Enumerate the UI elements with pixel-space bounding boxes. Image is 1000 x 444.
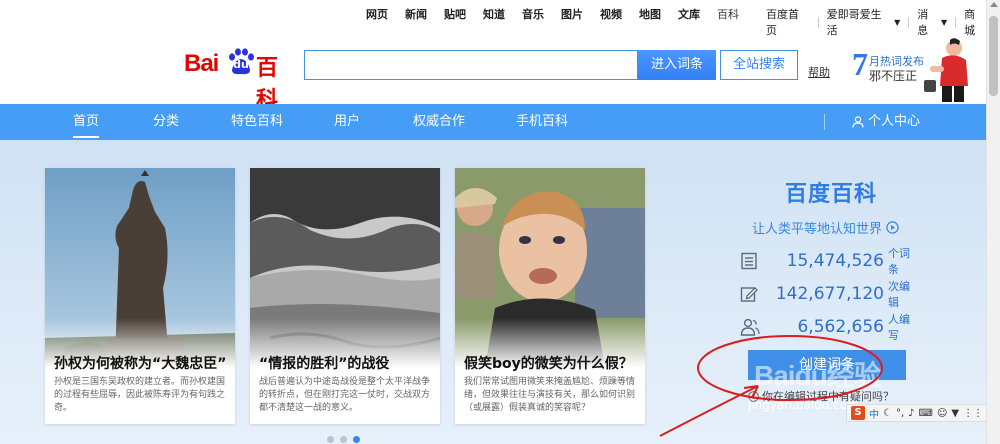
product-link-map[interactable]: 地图 (639, 6, 661, 22)
product-link-baike[interactable]: 百科 (717, 6, 739, 22)
entries-unit: 个词条 (888, 247, 910, 276)
entries-count: 15,474,526 (786, 251, 884, 271)
baidu-jingyan-watermark: Baidu经验 (752, 350, 952, 400)
chinese-mode-icon: 中 (869, 409, 879, 421)
feature-card[interactable]: “情报的胜利”的战役 战后普遍认为中途岛战役是整个太平洋战争的转折点，但在刚打完… (250, 168, 440, 424)
top-utility-bar: 网页 新闻 贴吧 知道 音乐 图片 视频 地图 文库 百科 百度首页 爱即哥爱生… (0, 0, 986, 37)
product-link-news[interactable]: 新闻 (405, 6, 427, 22)
feature-card[interactable]: 孙权为何被称为“大魏忠臣” 孙权是三国东吴政权的建立者。而孙权建国的过程有些屈辱… (45, 168, 235, 424)
user-center-label: 个人中心 (868, 114, 921, 129)
card-title: 孙权为何被称为“大魏忠臣” (54, 356, 227, 372)
punctuation-icon: °, (895, 407, 905, 419)
scrollbar-thumb[interactable] (989, 16, 998, 96)
nav-divider (824, 114, 825, 130)
editors-unit: 人编写 (888, 313, 910, 342)
stat-row-edits: 142,677,120 次编辑 (740, 280, 920, 309)
nav-item-mobile[interactable]: 手机百科 (516, 104, 568, 140)
slider-dot[interactable] (340, 436, 347, 443)
play-circle-icon (886, 221, 899, 234)
input-method-toolbar[interactable]: S 中 ☾ °, ♪ ⌨ ☺ ▼ ⋮⋮ (846, 404, 1000, 422)
product-link-images[interactable]: 图片 (561, 6, 583, 22)
moon-icon: ☾ (883, 407, 892, 419)
help-link[interactable]: 帮助 (808, 64, 830, 80)
shirt-icon: ▼ (951, 407, 960, 419)
nav-item-category[interactable]: 分类 (153, 104, 179, 140)
card-description: 我们常常试图用微笑来掩盖尴尬、烦躁等情绪，但效果往往与演技有关，那么如何识别（或… (464, 377, 636, 413)
main-nav: 首页 分类 特色百科 用户 权威合作 手机百科 个人中心 (0, 104, 986, 140)
edits-unit: 次编辑 (888, 280, 910, 309)
product-nav: 网页 新闻 贴吧 知道 音乐 图片 视频 地图 文库 百科 (366, 6, 756, 22)
scrollbar[interactable] (986, 0, 1000, 444)
slogan-text: 让人类平等地认知世界 (752, 222, 883, 237)
baidu-baike-logo[interactable]: Bai du 百科 (184, 44, 294, 112)
enter-entry-button[interactable]: 进入词条 (638, 50, 716, 80)
document-icon (741, 252, 757, 270)
microphone-icon: ♪ (908, 407, 915, 419)
sogou-icon: S (851, 406, 865, 420)
product-link-web[interactable]: 网页 (366, 6, 388, 22)
product-link-zhidao[interactable]: 知道 (483, 6, 505, 22)
user-icon (852, 116, 864, 128)
keyboard-icon: ⌨ (918, 407, 933, 419)
product-link-music[interactable]: 音乐 (522, 6, 544, 22)
card-description: 战后普遍认为中途岛战役是整个太平洋战争的转折点，但在刚打完这一仗时，交战双方都不… (259, 377, 431, 413)
editors-count: 6,562,656 (797, 317, 884, 337)
card-title: “情报的胜利”的战役 (259, 356, 390, 372)
grid-icon: ⋮⋮ (963, 407, 984, 419)
card-title: 假笑boy的微笑为什么假？ (464, 356, 633, 372)
panel-title: 百度百科 (784, 182, 877, 207)
product-link-tieba[interactable]: 贴吧 (444, 6, 466, 22)
hot-words-banner[interactable]: 7 月热词发布 邪不压正 (852, 38, 968, 102)
product-link-wenku[interactable]: 文库 (678, 6, 700, 22)
nav-item-featured[interactable]: 特色百科 (231, 104, 283, 140)
athlete-illustration (924, 38, 968, 102)
users-icon (740, 318, 760, 336)
hot-month-number: 7 (852, 46, 868, 82)
slogan-link[interactable]: 让人类平等地认知世界 (752, 218, 899, 237)
slider-dot[interactable] (327, 436, 334, 443)
logo-du-text: du (233, 58, 249, 71)
nav-item-home[interactable]: 首页 (73, 104, 100, 138)
card-description: 孙权是三国东吴政权的建立者。而孙权建国的过程有些屈辱，因此被陈寿评为有句践之奇。 (54, 377, 226, 413)
search-input[interactable] (304, 50, 638, 80)
site-search-button[interactable]: 全站搜索 (720, 50, 798, 80)
edit-icon (740, 287, 758, 302)
feature-card[interactable]: 假笑boy的微笑为什么假？ 我们常常试图用微笑来掩盖尴尬、烦躁等情绪，但效果往往… (455, 168, 645, 424)
stat-row-entries: 15,474,526 个词条 (740, 247, 920, 276)
scroll-up-arrow-icon[interactable] (990, 2, 998, 7)
product-link-video[interactable]: 视频 (600, 6, 622, 22)
edits-count: 142,677,120 (775, 284, 884, 304)
hero-section: 孙权为何被称为“大魏忠臣” 孙权是三国东吴政权的建立者。而孙权建国的过程有些屈辱… (0, 140, 986, 444)
nav-item-partners[interactable]: 权威合作 (413, 104, 465, 140)
header: Bai du 百科 进入词条 全站搜索 帮助 7 月热词发布 邪不压正 (0, 26, 986, 112)
slider-dot-active[interactable] (353, 436, 360, 443)
hot-word: 邪不压正 (869, 69, 918, 83)
user-center-link[interactable]: 个人中心 (852, 104, 920, 140)
nav-item-users[interactable]: 用户 (334, 104, 360, 140)
slider-pagination (327, 436, 360, 443)
stat-row-editors: 6,562,656 人编写 (740, 313, 920, 342)
user-icon: ☺ (936, 407, 948, 419)
watermark-brand: Baidu经验 (754, 360, 882, 391)
logo-bai-text: Bai (184, 50, 219, 77)
watermark-url: jingyan.baidu.com (748, 398, 859, 412)
